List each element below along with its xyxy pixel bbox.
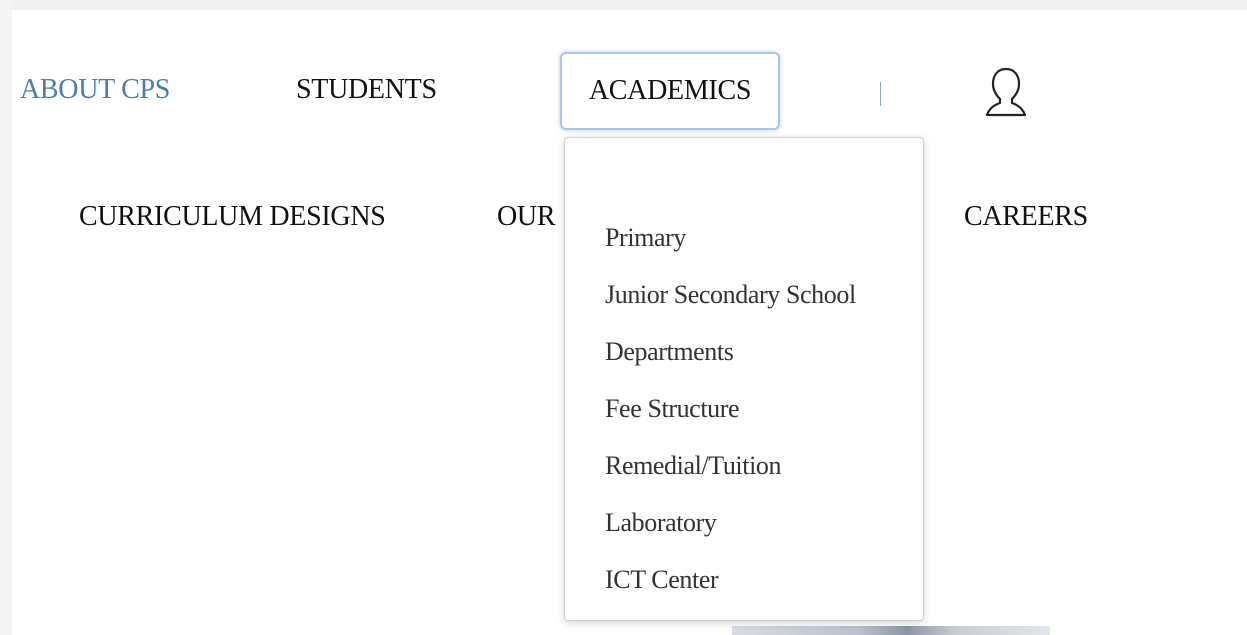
nav-separator [880,82,881,106]
nav-link-students[interactable]: STUDENTS [296,74,437,106]
academics-dropdown-menu: Primary Junior Secondary School Departme… [564,137,924,621]
menu-item-fee-structure[interactable]: Fee Structure [605,391,856,448]
nav-link-our-partial[interactable]: OUR [497,201,556,233]
nav-link-about-cps[interactable]: ABOUT CPS [20,74,170,106]
page-left-strip [0,0,12,635]
nav-link-academics[interactable]: ACADEMICS [560,52,780,130]
page-top-strip [0,0,1247,10]
academics-menu-list: Primary Junior Secondary School Departme… [605,220,856,619]
menu-item-departments[interactable]: Departments [605,334,856,391]
hero-image-partial [732,626,1050,635]
menu-item-laboratory[interactable]: Laboratory [605,505,856,562]
menu-item-remedial-tuition[interactable]: Remedial/Tuition [605,448,856,505]
user-icon[interactable] [983,65,1029,119]
nav-link-careers[interactable]: CAREERS [964,201,1088,233]
menu-item-junior-secondary-school[interactable]: Junior Secondary School [605,277,856,334]
menu-item-primary[interactable]: Primary [605,220,856,277]
menu-item-ict-center[interactable]: ICT Center [605,562,856,619]
nav-link-curriculum-designs[interactable]: CURRICULUM DESIGNS [79,201,386,233]
